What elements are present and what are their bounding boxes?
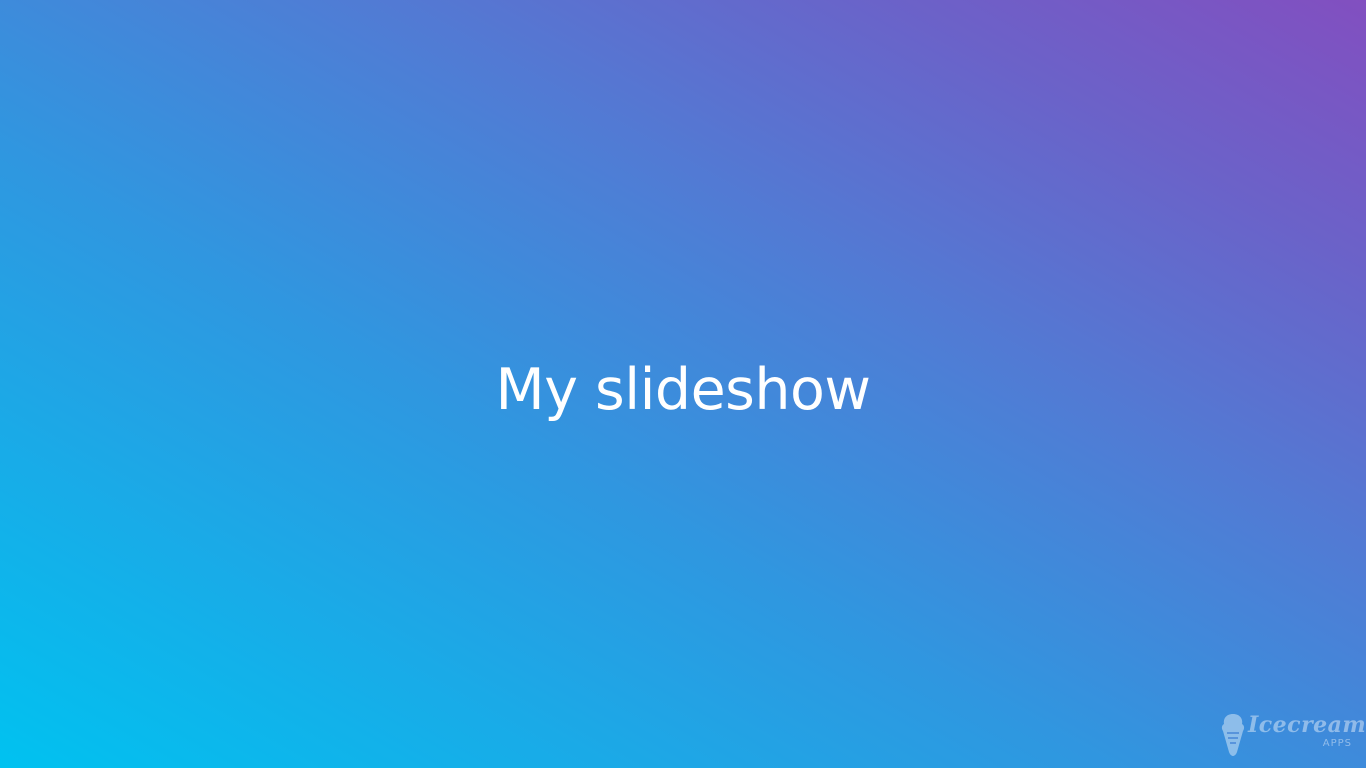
slide-title: My slideshow <box>495 357 871 423</box>
ice-cream-cone-icon <box>1221 714 1245 756</box>
slideshow-title-slide: My slideshow Icecream APPS <box>0 0 1366 768</box>
brand-subtitle: APPS <box>1322 738 1352 749</box>
icecream-apps-logo: Icecream APPS <box>1220 710 1366 758</box>
brand-wordmark: Icecream <box>1248 712 1366 738</box>
